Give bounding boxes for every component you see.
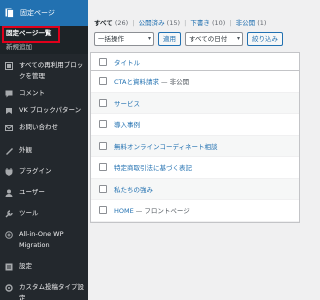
filter-private-count: (1) <box>257 19 267 27</box>
users-icon <box>4 187 13 198</box>
contact-icon <box>4 122 13 133</box>
page-title-link[interactable]: 特定商取引法に基づく表記 <box>114 162 192 172</box>
sidebar-item-label: カスタム投稿タイプ設定 <box>19 283 84 300</box>
filter-separator: | <box>184 19 187 27</box>
sidebar-item-pages[interactable]: 固定ページ <box>0 0 88 26</box>
highlight-box <box>2 26 60 43</box>
main-content: すべて (26) | 公開済み (15) | 下書き (10) | 非公開 (1… <box>88 0 300 300</box>
chevron-down-icon: ▾ <box>236 35 240 42</box>
filter-draft-count: (10) <box>211 19 226 27</box>
admin-sidebar: 固定ページ 固定ページ一覧 新規追加 すべての再利用ブロックを管理 コメント V… <box>0 0 88 300</box>
date-filter-value: すべての日付 <box>189 35 228 43</box>
sidebar-item-label: すべての再利用ブロックを管理 <box>19 61 84 80</box>
chevron-down-icon: ▾ <box>147 35 151 42</box>
plugins-icon <box>4 166 13 177</box>
column-title-header[interactable]: タイトル <box>114 57 140 67</box>
row-checkbox[interactable] <box>99 120 107 129</box>
sidebar-item-plugins[interactable]: プラグイン <box>0 166 88 177</box>
sidebar-item-appearance[interactable]: 外観 <box>0 145 88 156</box>
table-row: 導入事例 <box>91 114 299 136</box>
filter-separator: | <box>229 19 232 27</box>
page-title-link[interactable]: CTAと資料請求 — 非公開 <box>114 76 189 86</box>
sidebar-item-label: 外観 <box>19 146 32 154</box>
page-title-link[interactable]: サービス <box>114 98 140 108</box>
row-checkbox[interactable] <box>99 163 107 172</box>
reusable-blocks-icon <box>4 60 13 71</box>
sidebar-item-label: All-in-One WP Migration <box>19 230 64 249</box>
pages-table: タイトル CTAと資料請求 — 非公開 サービス 導入事例 無料オンラインコーデ… <box>90 52 300 223</box>
sidebar-item-label: ユーザー <box>19 188 45 196</box>
date-filter-select[interactable]: すべての日付 ▾ <box>185 32 243 46</box>
vk-patterns-icon <box>4 105 13 116</box>
custom-post-type-icon <box>4 282 13 293</box>
table-row: 特定商取引法に基づく表記 <box>91 157 299 179</box>
sidebar-item-label: プラグイン <box>19 167 52 175</box>
page-state: — 非公開 <box>158 78 190 87</box>
table-header: タイトル <box>91 53 299 71</box>
table-row: CTAと資料請求 — 非公開 <box>91 71 299 93</box>
table-row: サービス <box>91 92 299 114</box>
filter-private[interactable]: 非公開 <box>236 19 256 27</box>
filter-published-count: (15) <box>166 19 180 27</box>
filter-button[interactable]: 絞り込み <box>247 32 283 46</box>
table-toolbar: 一括操作 ▾ 適用 すべての日付 ▾ 絞り込み <box>94 32 283 46</box>
table-row: 私たちの強み <box>91 178 299 200</box>
sidebar-item-settings[interactable]: 設定 <box>0 261 88 272</box>
comments-icon <box>4 88 13 99</box>
pages-icon <box>4 8 14 19</box>
sidebar-item-label: ツール <box>19 209 39 217</box>
bulk-action-value: 一括操作 <box>98 35 124 43</box>
sidebar-item-label: VK ブロックパターン <box>19 106 82 114</box>
sidebar-item-label: コメント <box>19 89 45 97</box>
filter-all[interactable]: すべて <box>94 19 113 27</box>
migration-icon <box>4 229 13 240</box>
row-checkbox[interactable] <box>99 206 107 215</box>
sidebar-item-contact[interactable]: お問い合わせ <box>0 122 88 133</box>
sidebar-item-vk-patterns[interactable]: VK ブロックパターン <box>0 105 88 116</box>
row-checkbox[interactable] <box>99 98 107 107</box>
tools-icon <box>4 208 13 219</box>
row-checkbox[interactable] <box>99 184 107 193</box>
sidebar-item-label: お問い合わせ <box>19 123 58 131</box>
page-title-link[interactable]: 導入事例 <box>114 119 140 129</box>
table-row: HOME — フロントページ <box>91 200 299 222</box>
apply-button[interactable]: 適用 <box>158 32 181 46</box>
sidebar-item-tools[interactable]: ツール <box>0 208 88 219</box>
sidebar-item-comments[interactable]: コメント <box>0 88 88 99</box>
page-title-link[interactable]: 私たちの強み <box>114 184 153 194</box>
page-state: — フロントページ <box>133 207 190 216</box>
sidebar-item-custom-post-type[interactable]: カスタム投稿タイプ設定 <box>0 282 88 300</box>
appearance-icon <box>4 145 13 156</box>
sidebar-item-label: 固定ページ <box>20 9 55 17</box>
page-title-link[interactable]: HOME — フロントページ <box>114 205 190 215</box>
filter-published[interactable]: 公開済み <box>139 19 165 27</box>
filter-draft[interactable]: 下書き <box>190 19 210 27</box>
sidebar-item-reusable-blocks[interactable]: すべての再利用ブロックを管理 <box>0 60 88 82</box>
bulk-action-select[interactable]: 一括操作 ▾ <box>94 32 154 46</box>
sidebar-item-users[interactable]: ユーザー <box>0 187 88 198</box>
status-filters: すべて (26) | 公開済み (15) | 下書き (10) | 非公開 (1… <box>94 17 266 27</box>
row-checkbox[interactable] <box>99 141 107 150</box>
sidebar-item-migration[interactable]: All-in-One WP Migration <box>0 229 88 251</box>
select-all-checkbox[interactable] <box>99 57 107 66</box>
page-title-link[interactable]: 無料オンラインコーディネート相談 <box>114 141 218 151</box>
sidebar-item-label: 設定 <box>19 262 32 270</box>
settings-icon <box>4 261 13 272</box>
filter-separator: | <box>132 19 135 27</box>
table-row: 無料オンラインコーディネート相談 <box>91 135 299 157</box>
row-checkbox[interactable] <box>99 77 107 86</box>
filter-all-count: (26) <box>114 19 129 27</box>
